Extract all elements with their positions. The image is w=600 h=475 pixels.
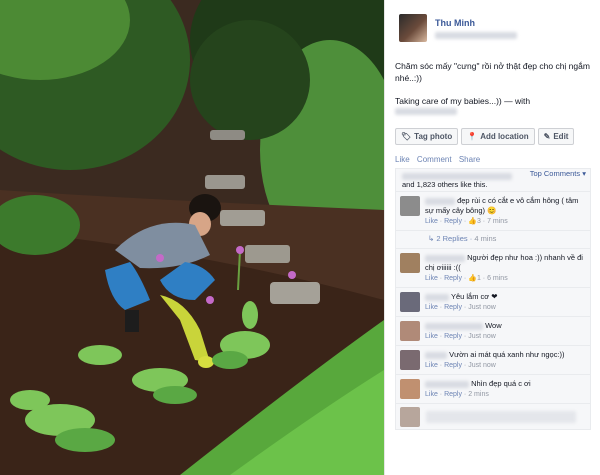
commenter-avatar[interactable] xyxy=(400,292,420,312)
likers-blurred[interactable] xyxy=(402,172,512,180)
photo[interactable] xyxy=(0,0,384,475)
comment-text: Vườn ai mát quá xanh như ngọc:)) xyxy=(449,350,565,359)
post-sidebar: Thu Minh Chăm sóc mấy "cưng" rồi nở thật… xyxy=(384,0,600,475)
photo-viewer: Thu Minh Chăm sóc mấy "cưng" rồi nở thật… xyxy=(0,0,600,475)
commenter-avatar[interactable] xyxy=(400,253,420,273)
commenter-name-blurred[interactable] xyxy=(425,254,465,262)
comment-text: Nhìn đẹp quá c ơi xyxy=(471,379,531,388)
commenter-name-blurred[interactable] xyxy=(425,293,449,301)
replies-time: 4 mins xyxy=(474,234,497,243)
comment-text: Yêu lắm cơ ❤ xyxy=(450,292,498,301)
commenter-avatar[interactable] xyxy=(400,379,420,399)
top-comments-dropdown[interactable]: Top Comments ▾ xyxy=(530,169,586,178)
photo-actions: 🏷 Tag photo 📍 Add location ✎ Edit xyxy=(395,128,592,145)
comment-item: Wow Like · Reply · Just now xyxy=(396,316,590,345)
view-replies-link[interactable]: ↳ 2 Replies · 4 mins xyxy=(396,230,590,248)
add-location-button[interactable]: 📍 Add location xyxy=(461,128,535,145)
commenter-name-blurred[interactable] xyxy=(425,351,447,359)
write-comment-input[interactable] xyxy=(426,410,576,423)
commenter-name-blurred[interactable] xyxy=(425,197,455,205)
comment-time[interactable]: 7 mins xyxy=(487,218,508,225)
comment-time[interactable]: 2 mins xyxy=(468,391,489,398)
current-user-avatar xyxy=(400,406,420,427)
commenter-avatar[interactable] xyxy=(400,196,420,216)
comment-like-link[interactable]: Like xyxy=(425,304,438,311)
comment-item: đẹp rùi c có cắt e vô cắm hông ( tâm sự … xyxy=(396,191,590,230)
comment-item: Yêu lắm cơ ❤ Like · Reply · Just now xyxy=(396,287,590,316)
comment-time[interactable]: Just now xyxy=(468,304,496,311)
share-link[interactable]: Share xyxy=(459,155,480,164)
tagged-friend-blurred[interactable] xyxy=(395,108,457,116)
comment-reply-link[interactable]: Reply xyxy=(444,391,462,398)
edit-label: Edit xyxy=(553,132,569,141)
replies-label: 2 Replies xyxy=(436,234,468,243)
comment-reply-link[interactable]: Reply xyxy=(444,304,462,311)
post-date-blurred xyxy=(435,32,517,40)
commenter-avatar[interactable] xyxy=(400,321,420,341)
post-caption-english: Taking care of my babies...)) — with xyxy=(395,96,592,116)
comment-like-link[interactable]: Like xyxy=(425,333,438,340)
likes-summary: Top Comments ▾ and 1,823 others like thi… xyxy=(396,169,590,191)
comment-reply-link[interactable]: Reply xyxy=(444,362,462,369)
likes-count-text[interactable]: and 1,823 others like this. xyxy=(402,180,584,189)
comment-link[interactable]: Comment xyxy=(417,155,452,164)
pencil-icon: ✎ xyxy=(543,132,551,141)
comment-time[interactable]: Just now xyxy=(468,362,496,369)
commenter-name-blurred[interactable] xyxy=(425,380,469,388)
tag-icon: 🏷 xyxy=(401,132,412,141)
author-avatar[interactable] xyxy=(399,14,427,42)
comment-time[interactable]: 6 mins xyxy=(487,275,508,282)
post-header: Thu Minh xyxy=(395,8,592,46)
comments-box: Top Comments ▾ and 1,823 others like thi… xyxy=(395,168,591,430)
tag-photo-button[interactable]: 🏷 Tag photo xyxy=(395,128,459,145)
comment-item: Nhìn đẹp quá c ơi Like · Reply · 2 mins xyxy=(396,374,590,403)
author-name[interactable]: Thu Minh xyxy=(435,18,517,28)
post-links: Like Comment Share xyxy=(395,155,592,164)
comment-reply-link[interactable]: Reply xyxy=(444,218,462,225)
edit-button[interactable]: ✎ Edit xyxy=(537,128,575,145)
comment-time[interactable]: Just now xyxy=(468,333,496,340)
comment-like-count[interactable]: 1 xyxy=(477,275,481,282)
comment-like-link[interactable]: Like xyxy=(425,275,438,282)
post-caption: Chăm sóc mấy "cưng" rồi nở thật đẹp cho … xyxy=(395,61,590,83)
comment-like-link[interactable]: Like xyxy=(425,362,438,369)
like-link[interactable]: Like xyxy=(395,155,410,164)
comment-reply-link[interactable]: Reply xyxy=(444,333,462,340)
top-comments-label: Top Comments xyxy=(529,169,581,178)
write-comment-row xyxy=(396,403,590,429)
comment-text: Wow xyxy=(485,321,502,330)
tag-photo-label: Tag photo xyxy=(414,132,453,141)
comment-item: Người đẹp như hoa :)) nhanh về đi chị ơi… xyxy=(396,248,590,287)
comment-like-link[interactable]: Like xyxy=(425,218,438,225)
location-pin-icon: 📍 xyxy=(467,132,478,141)
commenter-name-blurred[interactable] xyxy=(425,322,483,330)
caption-english-text: Taking care of my babies...)) — with xyxy=(395,96,531,106)
commenter-avatar[interactable] xyxy=(400,350,420,370)
comment-like-count[interactable]: 3 xyxy=(477,218,481,225)
comment-item: Vườn ai mát quá xanh như ngọc:)) Like · … xyxy=(396,345,590,374)
comment-reply-link[interactable]: Reply xyxy=(444,275,462,282)
comment-like-link[interactable]: Like xyxy=(425,391,438,398)
add-location-label: Add location xyxy=(480,132,529,141)
